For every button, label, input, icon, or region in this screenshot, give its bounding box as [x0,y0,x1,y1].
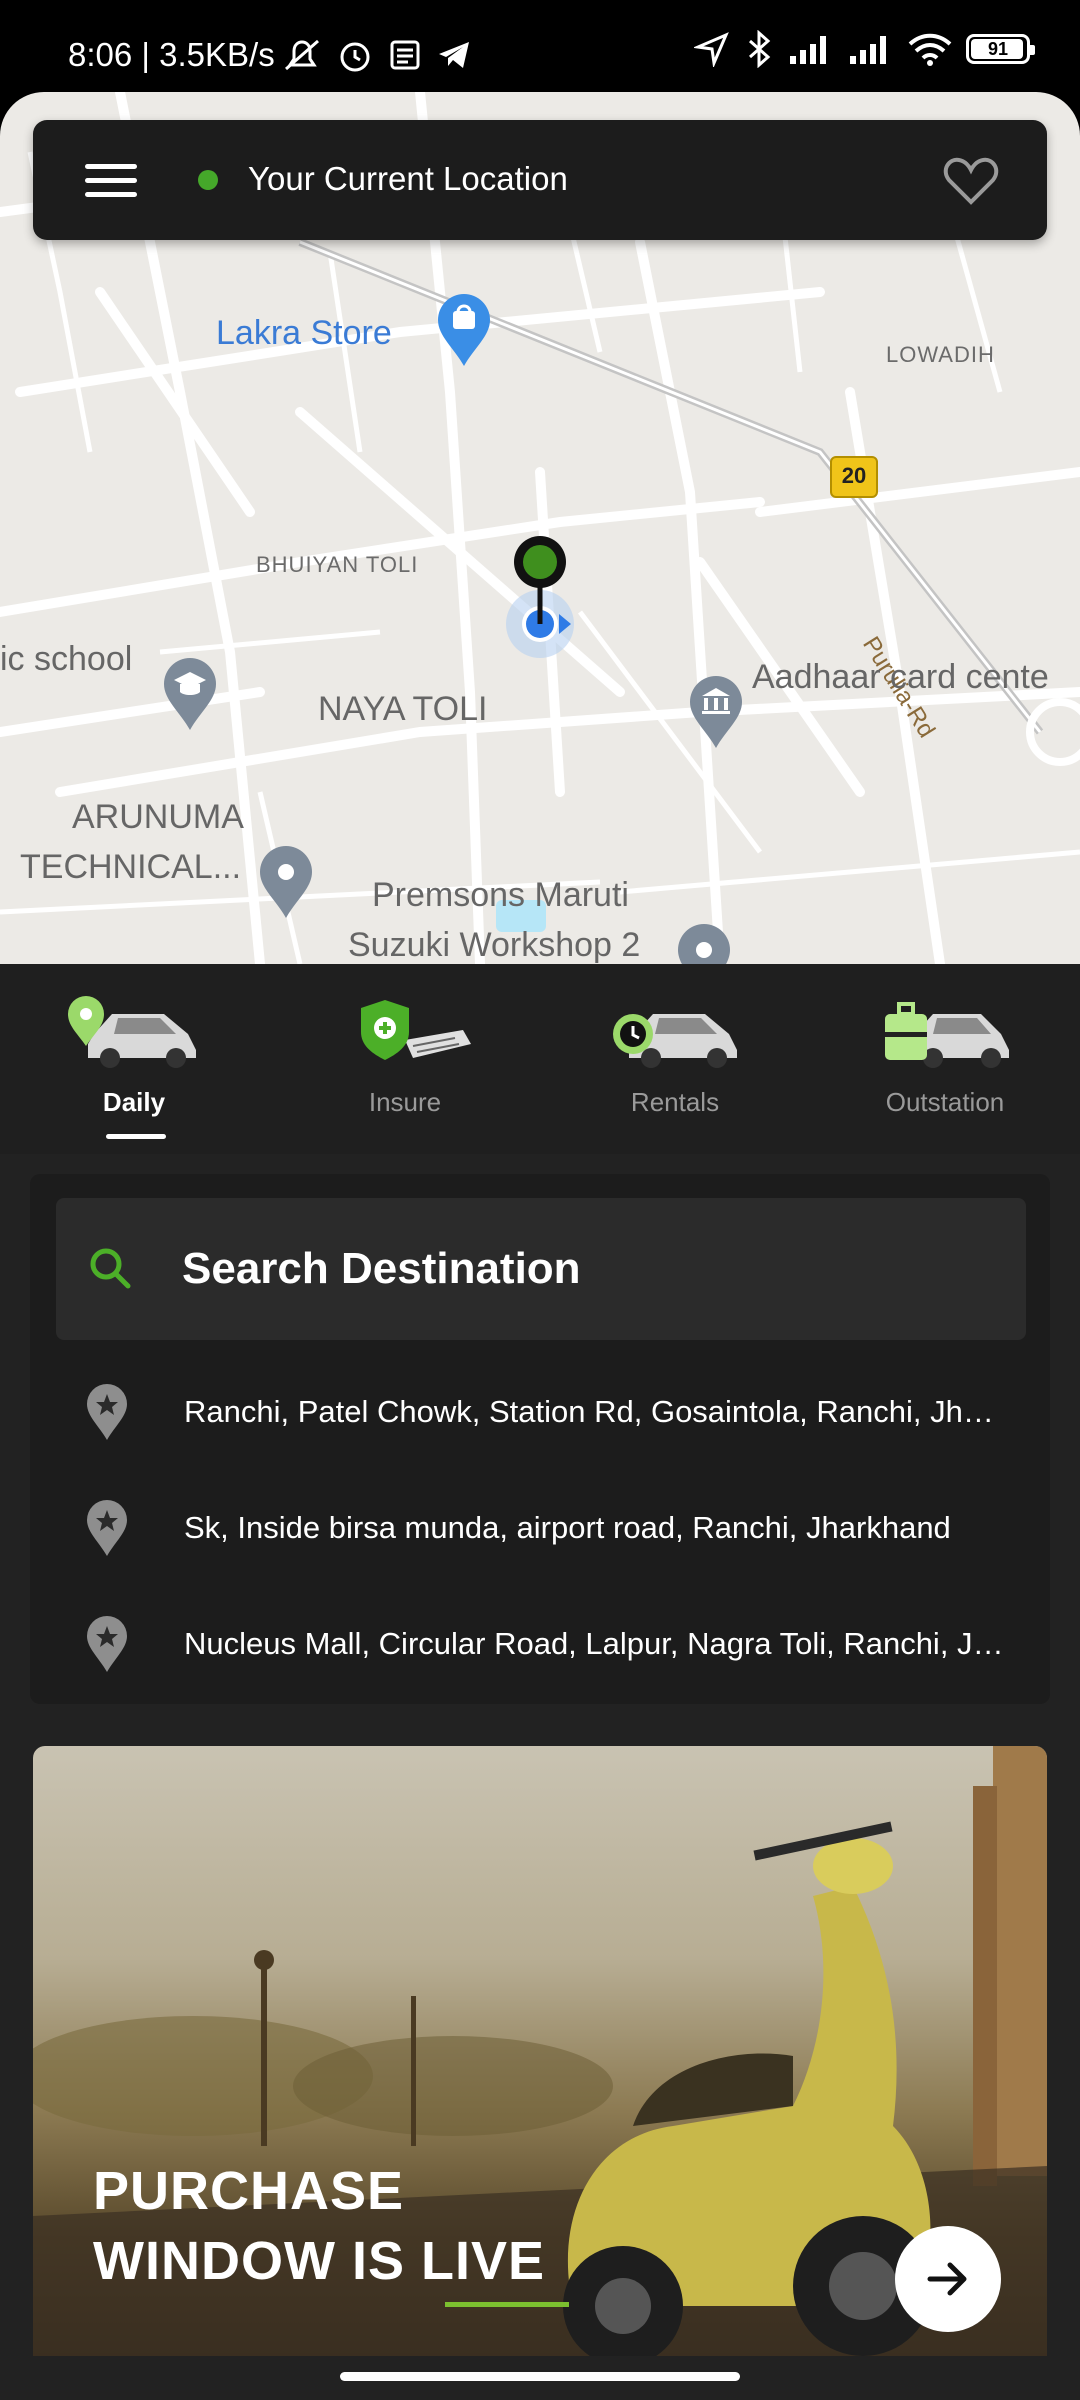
store-pin-icon[interactable] [436,292,492,368]
current-location-label[interactable]: Your Current Location [248,160,568,198]
recent-place-text: Nucleus Mall, Circular Road, Lalpur, Nag… [184,1626,1004,1661]
tab-outstation[interactable]: Outstation [845,994,1045,1118]
alarm-icon [340,42,370,72]
tab-rentals-label: Rentals [630,1087,720,1117]
banner-title-line2-prefix: WINDOW IS [93,2231,421,2291]
news-icon [390,40,420,70]
recent-place-item[interactable]: Nucleus Mall, Circular Road, Lalpur, Nag… [30,1586,1050,1702]
signal-1-icon [790,36,826,64]
saved-place-pin-icon [87,1616,127,1672]
tab-insure-label: Insure [368,1087,442,1117]
tab-rentals[interactable]: Rentals [575,994,775,1118]
active-tab-indicator [106,1134,166,1139]
tab-insure[interactable]: Insure [305,994,505,1118]
map-label-lowadih: LOWADIH [886,342,995,367]
bluetooth-icon [749,30,771,68]
search-placeholder: Search Destination [182,1244,581,1293]
tab-daily-label: Daily [102,1087,166,1117]
car-luggage-icon [885,1002,1009,1068]
telegram-icon [439,42,469,68]
car-clock-icon [613,1014,737,1068]
current-location-bar[interactable]: Your Current Location [33,120,1047,240]
search-icon [90,1248,131,1289]
recent-place-item[interactable]: Sk, Inside birsa munda, airport road, Ra… [30,1470,1050,1586]
map-label-arunuma-line1[interactable]: ARUNUMA [72,798,244,837]
arrow-right-icon [927,2262,967,2296]
map-label-lakra-store[interactable]: Lakra Store [216,314,392,353]
road-badge: 20 [830,456,878,498]
car-location-icon [68,996,196,1068]
banner-next-button[interactable] [895,2226,1001,2332]
tab-outstation-label: Outstation [885,1087,1005,1117]
tab-daily[interactable]: Daily [34,994,234,1118]
workshop-pin-icon[interactable] [676,922,732,964]
shield-plus-icon [361,1000,471,1060]
favorite-heart-icon[interactable] [943,156,999,206]
map-label-naya-toli: NAYA TOLI [318,690,488,728]
map-label-arunuma-line2[interactable]: TECHNICAL... [20,848,241,887]
banner-highlight-underline [445,2302,569,2307]
banner-title: PURCHASE WINDOW IS LIVE [93,2156,545,2296]
banner-title-line1: PURCHASE [93,2161,405,2221]
recent-place-text: Ranchi, Patel Chowk, Station Rd, Gosaint… [184,1394,1004,1429]
school-pin-icon[interactable] [162,656,218,732]
location-status-dot [198,170,218,190]
ride-type-tabs: Daily Insure Rentals Outstation [0,964,1080,1154]
location-arrow-icon [694,32,729,67]
recent-place-text: Sk, Inside birsa munda, airport road, Ra… [184,1510,951,1545]
battery-icon: 91 [966,34,1035,64]
map-label-premsons-line1[interactable]: Premsons Maruti [372,876,629,915]
wifi-icon [908,33,952,66]
search-panel: Search Destination Ranchi, Patel Chowk, … [30,1174,1050,1704]
current-location-marker [506,536,574,658]
map-label-aadhaar[interactable]: Aadhaar card cente [752,658,1049,697]
map-label-bhuiyan-toli: BHUIYAN TOLI [256,552,419,577]
place-pin-icon[interactable] [258,844,314,920]
recent-place-item[interactable]: Ranchi, Patel Chowk, Station Rd, Gosaint… [30,1354,1050,1470]
search-destination-input[interactable]: Search Destination [56,1198,1026,1340]
map-label-school[interactable]: ic school [0,640,132,679]
saved-place-pin-icon [87,1384,127,1440]
battery-level: 91 [987,38,1009,59]
signal-2-icon [850,36,886,64]
government-pin-icon[interactable] [688,674,744,750]
banner-title-highlight: LIVE [420,2231,545,2291]
map-label-premsons-line2[interactable]: Suzuki Workshop 2 [348,926,640,964]
status-time-speed: 8:06 | 3.5KB/s [68,36,275,73]
home-indicator[interactable] [340,2372,740,2381]
silent-notification-icon [285,39,319,71]
status-bar: 8:06 | 3.5KB/s 91 [0,0,1080,92]
promo-banner[interactable]: PURCHASE WINDOW IS LIVE [33,1746,1047,2356]
hamburger-menu-icon[interactable] [85,164,137,200]
saved-place-pin-icon [87,1500,127,1556]
